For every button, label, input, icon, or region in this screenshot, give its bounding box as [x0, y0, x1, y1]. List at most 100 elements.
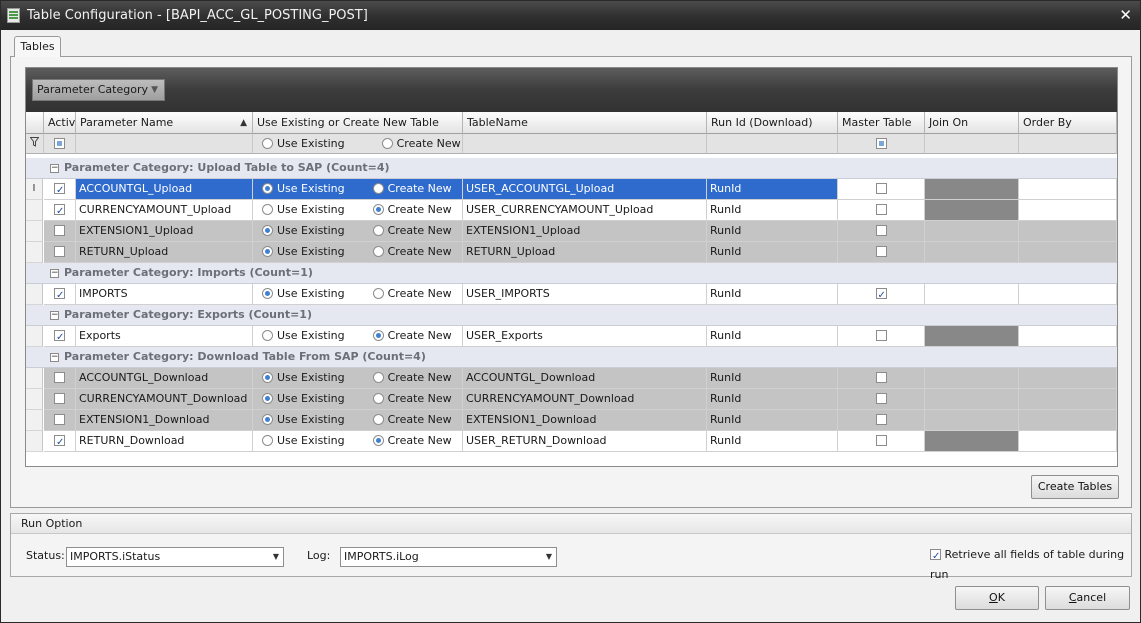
row-indicator[interactable] [26, 242, 43, 263]
master-table-checkbox[interactable] [875, 224, 887, 236]
active-checkbox[interactable] [54, 413, 65, 425]
retrieve-all-fields-option[interactable]: Retrieve all fields of table during run [930, 545, 1131, 585]
active-checkbox[interactable] [54, 202, 65, 220]
filter-parameter-name[interactable] [76, 134, 253, 154]
group-row[interactable]: − Parameter Category: Upload Table to SAP… [26, 158, 1117, 179]
row-indicator[interactable] [26, 389, 43, 410]
table-cell-run[interactable]: RunId [707, 368, 838, 389]
table-cell-mode[interactable]: Use Existing Create New [253, 242, 463, 263]
header-run-id[interactable]: Run Id (Download) [707, 112, 838, 134]
table-cell-mode[interactable]: Use Existing Create New [253, 200, 463, 221]
table-cell-join[interactable] [925, 389, 1019, 410]
header-table-name[interactable]: TableName [463, 112, 707, 134]
table-cell-mode[interactable]: Use Existing Create New [253, 410, 463, 431]
collapse-icon[interactable]: − [50, 353, 59, 362]
table-cell-name[interactable]: EXTENSION1_Download [76, 410, 253, 431]
table-cell-run[interactable]: RunId [707, 221, 838, 242]
use-existing-radio[interactable] [262, 182, 273, 194]
table-cell-table[interactable]: CURRENCYAMOUNT_Download [463, 389, 707, 410]
filter-active[interactable] [44, 134, 76, 154]
create-new-radio[interactable] [372, 182, 384, 194]
filter-create-new-radio[interactable] [381, 137, 393, 149]
table-cell-run[interactable]: RunId [707, 431, 838, 452]
active-checkbox[interactable] [54, 245, 65, 257]
table-cell-active[interactable] [44, 221, 76, 242]
use-existing-radio[interactable] [262, 371, 273, 383]
cancel-button[interactable]: Cancel [1045, 586, 1130, 610]
table-cell-active[interactable] [44, 326, 76, 347]
table-cell-run[interactable]: RunId [707, 389, 838, 410]
create-new-radio[interactable] [372, 329, 384, 341]
table-cell-active[interactable] [44, 410, 76, 431]
active-checkbox[interactable] [54, 392, 65, 404]
filter-join-on[interactable] [925, 134, 1019, 154]
table-cell-table[interactable]: USER_RETURN_Download [463, 431, 707, 452]
chevron-down-icon[interactable]: ▼ [273, 548, 279, 566]
row-indicator[interactable] [26, 200, 43, 221]
table-cell-name[interactable]: ACCOUNTGL_Download [76, 368, 253, 389]
table-cell-table[interactable]: EXTENSION1_Download [463, 410, 707, 431]
table-cell-run[interactable]: RunId [707, 179, 838, 200]
table-cell-master[interactable] [838, 179, 925, 200]
table-cell-master[interactable] [838, 221, 925, 242]
create-new-radio[interactable] [372, 203, 384, 215]
master-table-checkbox[interactable] [875, 245, 887, 257]
table-cell-active[interactable] [44, 242, 76, 263]
table-cell-active[interactable] [44, 431, 76, 452]
table-cell-mode[interactable]: Use Existing Create New [253, 431, 463, 452]
master-table-checkbox[interactable] [875, 434, 887, 446]
create-new-radio[interactable] [372, 371, 384, 383]
table-cell-master[interactable] [838, 242, 925, 263]
table-cell-active[interactable] [44, 200, 76, 221]
table-cell-table[interactable]: USER_IMPORTS [463, 284, 707, 305]
use-existing-radio[interactable] [262, 413, 273, 425]
table-cell-mode[interactable]: Use Existing Create New [253, 368, 463, 389]
create-new-radio[interactable] [372, 245, 384, 257]
log-combo[interactable]: IMPORTS.iLog ▼ [340, 547, 557, 567]
active-checkbox[interactable] [54, 181, 65, 199]
table-cell-join[interactable] [925, 368, 1019, 389]
collapse-icon[interactable]: − [50, 164, 59, 173]
table-cell-master[interactable] [838, 410, 925, 431]
header-active[interactable]: Active [44, 112, 76, 134]
table-cell-active[interactable] [44, 284, 76, 305]
header-master-table[interactable]: Master Table [838, 112, 925, 134]
row-indicator[interactable] [26, 284, 43, 305]
master-table-checkbox[interactable] [875, 413, 887, 425]
table-cell-run[interactable]: RunId [707, 242, 838, 263]
table-cell-join[interactable] [925, 410, 1019, 431]
create-new-radio[interactable] [372, 413, 384, 425]
table-cell-name[interactable]: RETURN_Upload [76, 242, 253, 263]
create-new-radio[interactable] [372, 287, 384, 299]
retrieve-all-fields-checkbox[interactable] [930, 547, 941, 567]
header-use-existing-or-new[interactable]: Use Existing or Create New Table [253, 112, 463, 134]
filter-master-checkbox[interactable] [875, 137, 887, 149]
master-table-checkbox[interactable] [875, 203, 887, 215]
collapse-icon[interactable]: − [50, 269, 59, 278]
table-cell-table[interactable]: EXTENSION1_Upload [463, 221, 707, 242]
table-cell-active[interactable] [44, 368, 76, 389]
header-join-on[interactable]: Join On [925, 112, 1019, 134]
table-cell-master[interactable] [838, 368, 925, 389]
status-combo[interactable]: IMPORTS.iStatus ▼ [66, 547, 284, 567]
create-tables-button[interactable]: Create Tables [1031, 475, 1119, 499]
table-cell-table[interactable]: ACCOUNTGL_Download [463, 368, 707, 389]
table-cell-mode[interactable]: Use Existing Create New [253, 221, 463, 242]
table-cell-run[interactable]: RunId [707, 284, 838, 305]
table-cell-master[interactable] [838, 389, 925, 410]
group-row[interactable]: − Parameter Category: Imports (Count=1) [26, 263, 1117, 284]
use-existing-radio[interactable] [262, 203, 273, 215]
table-cell-name[interactable]: EXTENSION1_Upload [76, 221, 253, 242]
row-indicator[interactable] [26, 368, 43, 389]
filter-table-name[interactable] [463, 134, 707, 154]
table-cell-join[interactable] [925, 221, 1019, 242]
active-checkbox[interactable] [54, 328, 65, 346]
table-cell-join[interactable] [925, 242, 1019, 263]
table-cell-order[interactable] [1019, 410, 1117, 431]
filter-use-existing-or-new[interactable]: Use Existing Create New [253, 134, 463, 154]
table-cell-join[interactable] [925, 326, 1019, 347]
filter-run-id[interactable] [707, 134, 838, 154]
table-cell-join[interactable] [925, 284, 1019, 305]
table-cell-mode[interactable]: Use Existing Create New [253, 326, 463, 347]
active-checkbox[interactable] [54, 433, 65, 451]
